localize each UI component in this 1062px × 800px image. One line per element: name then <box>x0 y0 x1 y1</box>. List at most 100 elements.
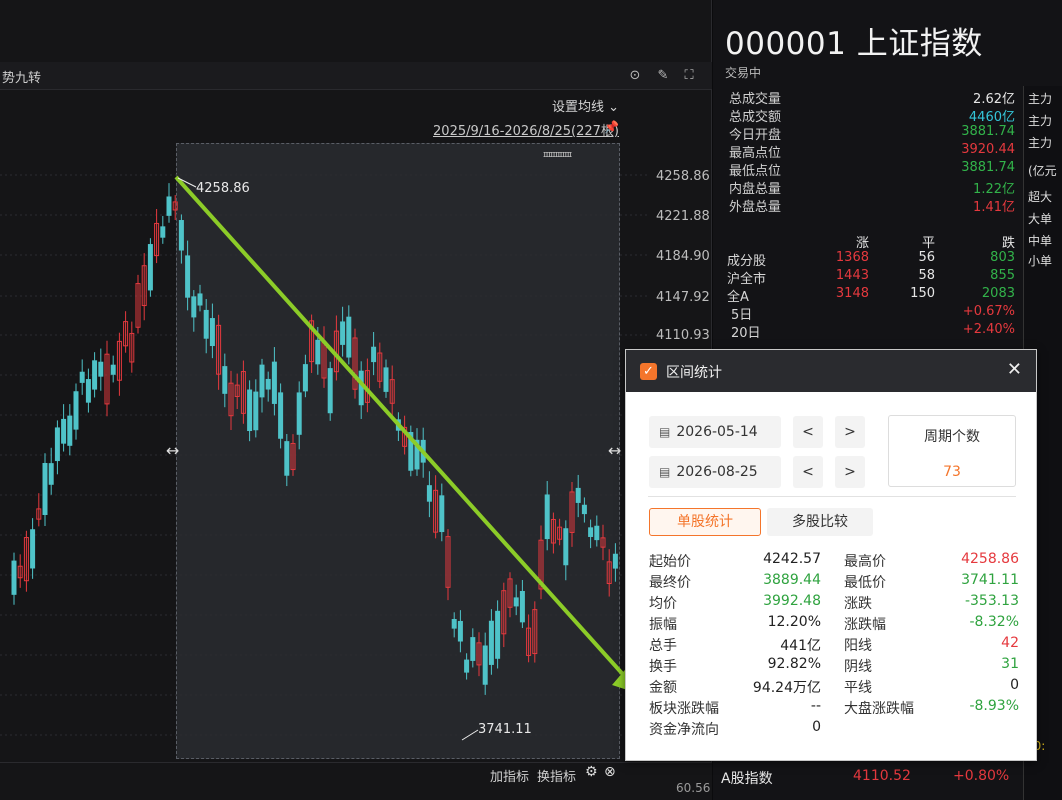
candle-body <box>203 309 209 339</box>
stats-row: 金额 94.24万亿 平线 0 <box>649 677 1019 698</box>
close-circle-icon[interactable]: ⊗ <box>604 764 616 780</box>
start-next-button[interactable]: > <box>835 416 865 448</box>
quote-value: 3881.74 <box>961 160 1015 175</box>
quote-label: 最低点位 <box>729 164 782 179</box>
stat-label: 最高价 <box>844 554 886 570</box>
quote-label: 今日开盘 <box>729 128 782 143</box>
candle-body <box>439 495 445 533</box>
quote-value: 3881.74 <box>961 124 1015 139</box>
fund-flow-label: 超大 <box>1028 190 1053 204</box>
kline-chart-panel[interactable]: 势九转 ⊙ ✎ ⛶ 设置均线 ⌄ 2025/9/16-2026/8/25(227… <box>0 0 712 800</box>
candle-body <box>92 360 98 390</box>
price-tick: 4258.86 <box>656 169 710 184</box>
end-next-button[interactable]: > <box>835 456 865 488</box>
stats-row: 均价 3992.48 涨跌 -353.13 <box>649 593 1019 614</box>
quote-value: 2.62亿 <box>973 92 1015 107</box>
candle-body <box>340 321 346 345</box>
start-date-value: 2026-05-14 <box>676 424 758 440</box>
quote-row: 总成交量 2.62亿 <box>725 88 1015 107</box>
candle-body <box>61 418 67 444</box>
stats-row: 板块涨跌幅 -- 大盘涨跌幅 -8.93% <box>649 698 1019 719</box>
stat-value: 3889.44 <box>763 572 821 588</box>
fund-flow-label: 中单 <box>1028 234 1053 248</box>
candle-body <box>470 637 476 661</box>
resize-left-handle-icon[interactable]: ↔ <box>166 441 179 460</box>
candle-body <box>278 392 284 439</box>
bottom-index-quote[interactable]: A股指数 4110.52 +0.80% <box>713 764 1023 800</box>
col-flat: 平 <box>921 236 935 251</box>
trading-status: 交易中 <box>725 66 762 80</box>
range-stats-dialog[interactable]: ✓ 区间统计 ✕ ▤ 2026-05-14 < > ▤ 2026-08-25 < >… <box>625 349 1037 761</box>
breadth-row: 成分股 1368 56 803 <box>725 250 1015 269</box>
candle-body <box>594 525 600 541</box>
candle-body <box>197 293 203 306</box>
close-icon[interactable]: ✕ <box>1007 359 1022 380</box>
high-price-label: 4258.86 <box>196 181 250 196</box>
period-name: 5日 <box>731 308 753 323</box>
gear-icon[interactable]: ⚙ <box>585 764 598 780</box>
candle-body <box>284 441 290 476</box>
breadth-up: 1443 <box>835 268 869 283</box>
stats-row: 最终价 3889.44 最低价 3741.11 <box>649 572 1019 593</box>
end-prev-button[interactable]: < <box>793 456 823 488</box>
quote-row: 今日开盘 3881.74 <box>725 124 1015 143</box>
stat-value: 0 <box>1010 677 1019 693</box>
stats-row: 总手 441亿 阳线 42 <box>649 635 1019 656</box>
price-tick: 4110.93 <box>656 328 710 343</box>
stat-label: 大盘涨跌幅 <box>844 701 914 717</box>
stat-value: 42 <box>1001 635 1019 651</box>
breadth-down: 855 <box>990 268 1015 283</box>
quote-label: 最高点位 <box>729 146 782 161</box>
fund-flow-label: 小单 <box>1028 254 1053 268</box>
stat-value: -8.32% <box>969 614 1019 630</box>
stat-label: 最低价 <box>844 575 886 591</box>
quote-label: 总成交额 <box>729 110 782 125</box>
candle-body <box>54 427 60 462</box>
candle-body <box>73 391 79 430</box>
price-tick: 4147.92 <box>656 290 710 305</box>
candle-body <box>544 494 550 540</box>
stat-value: 4258.86 <box>961 551 1019 567</box>
stat-label: 涨跌幅 <box>844 617 886 633</box>
stats-row: 起始价 4242.57 最高价 4258.86 <box>649 551 1019 572</box>
candle-body <box>222 366 228 394</box>
start-date-field[interactable]: ▤ 2026-05-14 <box>649 416 781 448</box>
candle-body <box>259 364 265 398</box>
bottom-axis-value: 60.56 <box>676 781 711 795</box>
tab-multi-stock[interactable]: 多股比较 <box>767 508 873 536</box>
candle-body <box>383 367 389 392</box>
candle-body <box>588 527 594 537</box>
candle-body <box>464 659 470 673</box>
end-date-value: 2026-08-25 <box>676 464 758 480</box>
quote-row: 外盘总量 1.41亿 <box>725 196 1015 215</box>
candle-body <box>482 645 488 685</box>
stat-value: -353.13 <box>964 593 1019 609</box>
check-icon: ✓ <box>640 363 657 380</box>
candle-body <box>147 244 153 291</box>
add-indicator-button[interactable]: 加指标 <box>490 766 529 785</box>
breadth-flat: 150 <box>910 286 935 301</box>
start-prev-button[interactable]: < <box>793 416 823 448</box>
quote-label: 内盘总量 <box>729 182 782 197</box>
quote-row: 最低点位 3881.74 <box>725 160 1015 179</box>
resize-right-handle-icon[interactable]: ↔ <box>608 441 621 460</box>
quote-row: 总成交额 4460亿 <box>725 106 1015 125</box>
candle-body <box>209 318 215 347</box>
end-date-field[interactable]: ▤ 2026-08-25 <box>649 456 781 488</box>
stat-label: 资金净流向 <box>649 722 719 738</box>
breadth-down: 803 <box>990 250 1015 265</box>
col-down: 跌 <box>1001 236 1015 251</box>
stat-label: 换手 <box>649 659 677 675</box>
change-indicator-button[interactable]: 换指标 <box>537 766 576 785</box>
period-row: 20日 +2.40% <box>725 322 1015 341</box>
period-count-value: 73 <box>943 464 961 480</box>
stat-label: 阴线 <box>844 659 872 675</box>
quote-label: 总成交量 <box>729 92 782 107</box>
breadth-up: 3148 <box>835 286 869 301</box>
candlestick-svg <box>0 174 650 741</box>
period-count-box: 周期个数 73 <box>888 415 1016 487</box>
tab-single-stock[interactable]: 单股统计 <box>649 508 761 536</box>
bottom-index-name: A股指数 <box>721 771 773 787</box>
candle-body <box>346 316 352 358</box>
fund-flow-label: (亿元 <box>1028 164 1057 178</box>
